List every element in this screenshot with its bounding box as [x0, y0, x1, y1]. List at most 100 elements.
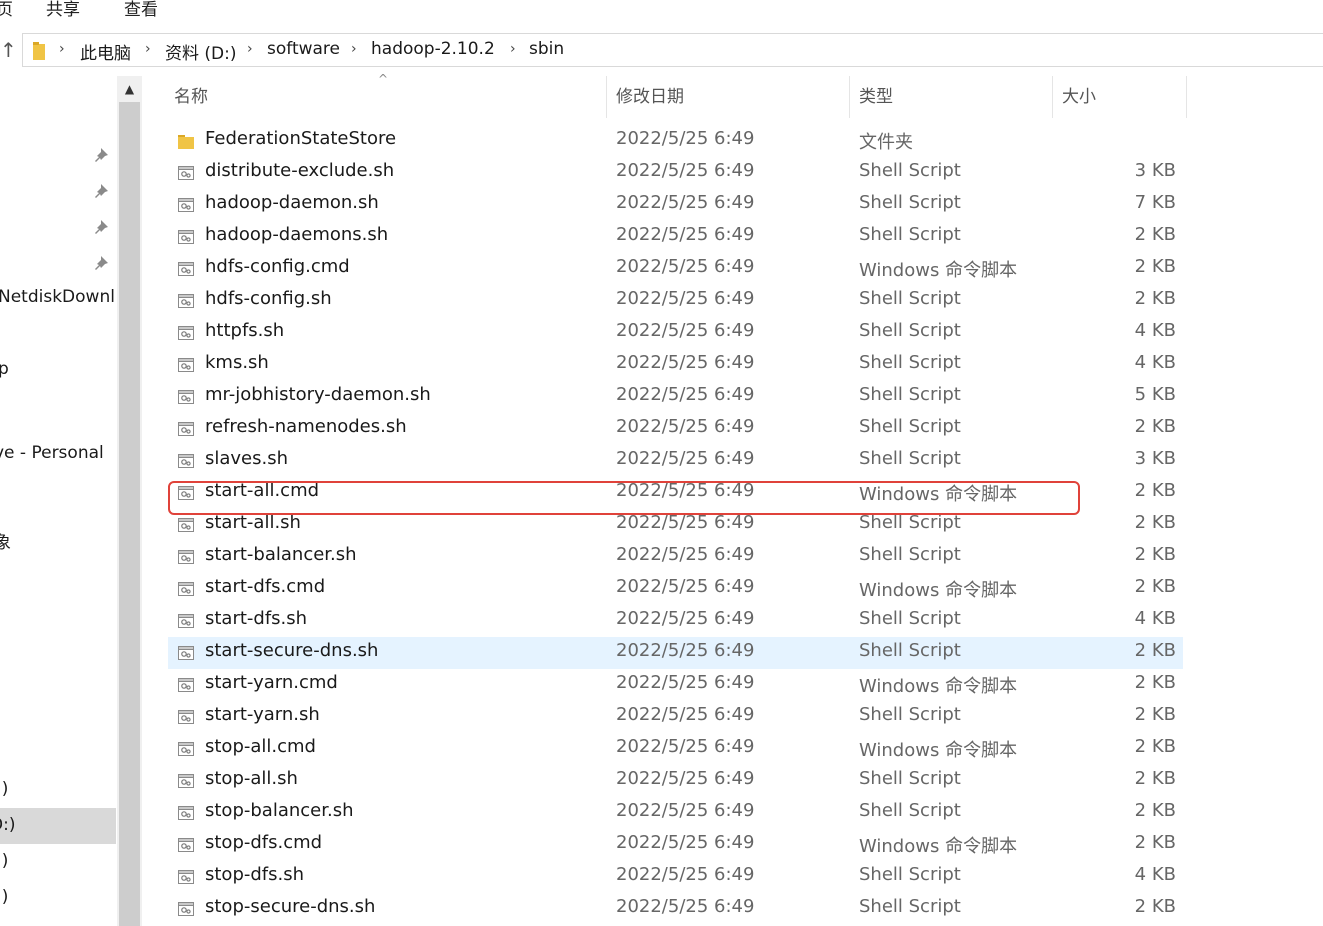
up-arrow-icon[interactable]: ↑: [0, 38, 17, 62]
script-file-icon: [177, 804, 195, 822]
chevron-right-icon[interactable]: ›: [247, 41, 253, 57]
file-name: start-dfs.sh: [205, 608, 308, 629]
file-row[interactable]: distribute-exclude.sh 2022/5/25 6:49 Shell…: [168, 157, 1183, 189]
crumb-hadoop[interactable]: hadoop-2.10.2: [371, 39, 495, 59]
file-name: httpfs.sh: [205, 320, 285, 341]
column-type[interactable]: 类型: [851, 76, 1051, 118]
file-date: 2022/5/25 6:49: [616, 480, 755, 501]
file-date: 2022/5/25 6:49: [616, 448, 755, 469]
file-name: kms.sh: [205, 352, 269, 373]
file-name: hadoop-daemons.sh: [205, 224, 389, 245]
script-file-icon: [177, 196, 195, 214]
file-size: 2 KB: [1134, 672, 1176, 693]
file-size: 2 KB: [1134, 704, 1176, 725]
file-row[interactable]: stop-balancer.sh 2022/5/25 6:49 Shell Scri…: [168, 797, 1183, 829]
scroll-up-icon[interactable]: ▲: [117, 76, 142, 102]
script-file-icon: [177, 644, 195, 662]
nav-item-drive[interactable]: :): [0, 851, 8, 871]
crumb-software[interactable]: software: [267, 39, 340, 59]
file-date: 2022/5/25 6:49: [616, 576, 755, 597]
file-type: Windows 命令脚本: [859, 484, 1018, 505]
nav-item-drive-d[interactable]: D:): [0, 815, 15, 835]
file-row[interactable]: hadoop-daemon.sh 2022/5/25 6:49 Shell Scri…: [168, 189, 1183, 221]
file-type: Shell Script: [859, 864, 961, 885]
file-date: 2022/5/25 6:49: [616, 384, 755, 405]
file-row[interactable]: stop-dfs.sh 2022/5/25 6:49 Shell Script 4 K…: [168, 861, 1183, 893]
file-date: 2022/5/25 6:49: [616, 320, 755, 341]
file-row[interactable]: stop-all.cmd 2022/5/25 6:49 Windows 命令脚本 2 …: [168, 733, 1183, 765]
column-size[interactable]: 大小: [1054, 76, 1184, 118]
nav-item[interactable]: p: [0, 359, 9, 379]
script-file-icon: [177, 420, 195, 438]
file-row[interactable]: start-secure-dns.sh 2022/5/25 6:49 Shell S…: [168, 637, 1183, 669]
file-row[interactable]: refresh-namenodes.sh 2022/5/25 6:49 Shell …: [168, 413, 1183, 445]
file-row[interactable]: stop-all.sh 2022/5/25 6:49 Shell Script 2 K…: [168, 765, 1183, 797]
scroll-thumb[interactable]: [119, 102, 140, 926]
chevron-right-icon[interactable]: ›: [145, 41, 151, 57]
file-date: 2022/5/25 6:49: [616, 672, 755, 693]
file-name: stop-dfs.cmd: [205, 832, 323, 853]
file-size: 2 KB: [1134, 832, 1176, 853]
file-row[interactable]: start-all.cmd 2022/5/25 6:49 Windows 命令脚本 2…: [168, 477, 1183, 509]
file-type: Windows 命令脚本: [859, 260, 1018, 281]
script-file-icon: [177, 484, 195, 502]
file-row[interactable]: slaves.sh 2022/5/25 6:49 Shell Script 3 KB: [168, 445, 1183, 477]
column-header: ^ 名称 修改日期 类型 大小: [150, 72, 1190, 118]
file-date: 2022/5/25 6:49: [616, 512, 755, 533]
file-size: 2 KB: [1134, 416, 1176, 437]
file-type: Shell Script: [859, 224, 961, 245]
file-row[interactable]: FederationStateStore 2022/5/25 6:49 文件夹: [168, 125, 1183, 157]
file-size: 2 KB: [1134, 640, 1176, 661]
column-name[interactable]: 名称: [166, 76, 606, 118]
file-type: Shell Script: [859, 896, 961, 917]
file-row[interactable]: stop-dfs.cmd 2022/5/25 6:49 Windows 命令脚本 2 …: [168, 829, 1183, 861]
file-name: stop-balancer.sh: [205, 800, 354, 821]
file-name: start-balancer.sh: [205, 544, 357, 565]
chevron-right-icon[interactable]: ›: [351, 41, 357, 57]
file-row[interactable]: stop-secure-dns.sh 2022/5/25 6:49 Shell Sc…: [168, 893, 1183, 925]
chevron-right-icon[interactable]: ›: [59, 41, 65, 57]
script-file-icon: [177, 868, 195, 886]
column-date[interactable]: 修改日期: [608, 76, 848, 118]
script-file-icon: [177, 356, 195, 374]
pin-icon: [95, 256, 108, 270]
nav-item[interactable]: J: [0, 106, 1, 126]
file-row[interactable]: kms.sh 2022/5/25 6:49 Shell Script 4 KB: [168, 349, 1183, 381]
breadcrumb[interactable]: › 此电脑 › 资料 (D:) › software › hadoop-2.10…: [22, 33, 1323, 67]
crumb-drive-d[interactable]: 资料 (D:): [165, 39, 237, 64]
file-type: Windows 命令脚本: [859, 676, 1018, 697]
ribbon-tab-share[interactable]: 共享: [46, 0, 80, 20]
file-type: Shell Script: [859, 768, 961, 789]
nav-item-drive[interactable]: :): [0, 779, 8, 799]
file-row[interactable]: start-dfs.cmd 2022/5/25 6:49 Windows 命令脚本 2…: [168, 573, 1183, 605]
nav-item[interactable]: 象: [0, 528, 11, 553]
file-row[interactable]: start-dfs.sh 2022/5/25 6:49 Shell Script 4 …: [168, 605, 1183, 637]
crumb-sbin[interactable]: sbin: [529, 39, 564, 59]
file-size: 2 KB: [1134, 512, 1176, 533]
file-row[interactable]: start-yarn.sh 2022/5/25 6:49 Shell Script 2…: [168, 701, 1183, 733]
nav-item-onedrive[interactable]: ve - Personal: [0, 443, 104, 463]
file-row[interactable]: hdfs-config.sh 2022/5/25 6:49 Shell Script…: [168, 285, 1183, 317]
file-size: 3 KB: [1134, 448, 1176, 469]
file-row[interactable]: hdfs-config.cmd 2022/5/25 6:49 Windows 命令脚…: [168, 253, 1183, 285]
nav-item-drive[interactable]: :): [0, 887, 8, 907]
script-file-icon: [177, 836, 195, 854]
file-name: distribute-exclude.sh: [205, 160, 395, 181]
file-type: Shell Script: [859, 704, 961, 725]
ribbon-tab-partial[interactable]: 页: [0, 0, 13, 20]
ribbon-tab-view[interactable]: 查看: [124, 0, 158, 20]
chevron-right-icon[interactable]: ›: [510, 41, 516, 57]
crumb-this-pc[interactable]: 此电脑: [80, 39, 131, 64]
address-bar: ↑ › 此电脑 › 资料 (D:) › software › hadoop-2.…: [0, 30, 1323, 70]
nav-item-netdisk[interactable]: NetdiskDownl: [0, 287, 115, 307]
folder-icon: [177, 132, 195, 150]
file-row[interactable]: start-yarn.cmd 2022/5/25 6:49 Windows 命令脚本…: [168, 669, 1183, 701]
file-row[interactable]: hadoop-daemons.sh 2022/5/25 6:49 Shell Scr…: [168, 221, 1183, 253]
file-row[interactable]: mr-jobhistory-daemon.sh 2022/5/25 6:49 She…: [168, 381, 1183, 413]
nav-scrollbar[interactable]: ▲: [117, 76, 142, 926]
file-row[interactable]: httpfs.sh 2022/5/25 6:49 Shell Script 4 KB: [168, 317, 1183, 349]
file-date: 2022/5/25 6:49: [616, 832, 755, 853]
file-row[interactable]: start-all.sh 2022/5/25 6:49 Shell Script 2 …: [168, 509, 1183, 541]
file-size: 4 KB: [1134, 864, 1176, 885]
file-row[interactable]: start-balancer.sh 2022/5/25 6:49 Shell Scr…: [168, 541, 1183, 573]
